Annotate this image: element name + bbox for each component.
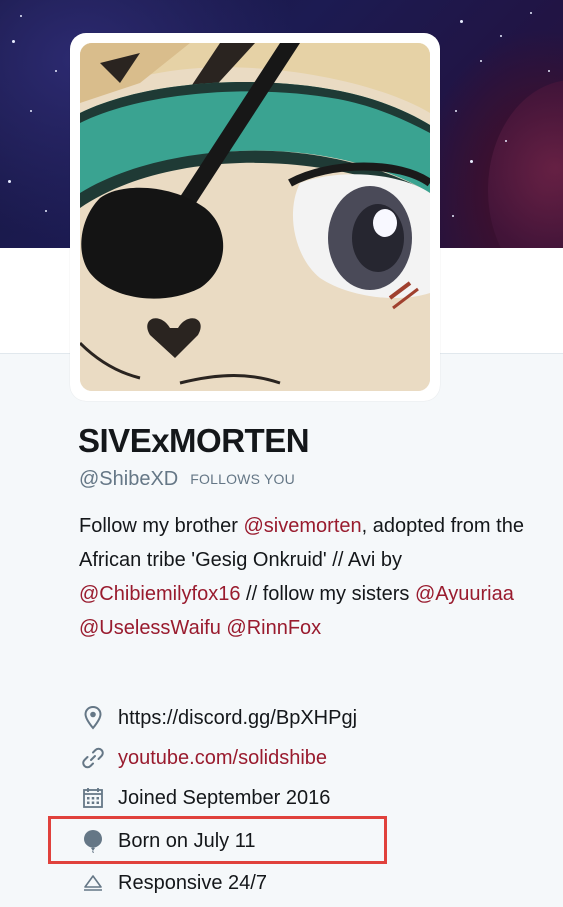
- bio-text: Follow my brother: [79, 515, 244, 537]
- link-icon: [80, 745, 106, 771]
- location-text: https://discord.gg/BpXHPgj: [118, 706, 358, 729]
- avatar-illustration: [80, 43, 430, 391]
- birthday-highlight-box: [48, 816, 387, 864]
- bell-icon: [80, 870, 106, 896]
- bio-text: // follow my sisters: [240, 583, 415, 605]
- profile-bio: Follow my brother @sivemorten, adopted f…: [79, 509, 529, 645]
- joined-text: Joined September 2016: [118, 786, 331, 809]
- extra-text: Responsive 24/7: [118, 871, 267, 894]
- banner-planet: [488, 80, 563, 248]
- location-pin-icon: [80, 705, 106, 731]
- bio-mention[interactable]: @UselessWaifu: [79, 617, 221, 639]
- avatar[interactable]: [80, 43, 430, 391]
- bio-mention[interactable]: @RinnFox: [226, 617, 321, 639]
- calendar-icon: [80, 785, 106, 811]
- follows-you-badge: FOLLOWS YOU: [190, 471, 295, 487]
- profile-display-name[interactable]: SIVExMORTEN: [78, 422, 310, 460]
- profile-extra: Responsive 24/7: [80, 868, 267, 898]
- website-link[interactable]: youtube.com/solidshibe: [118, 747, 327, 770]
- bio-mention[interactable]: @sivemorten: [244, 515, 362, 537]
- profile-joined: Joined September 2016: [80, 783, 330, 813]
- profile-website[interactable]: youtube.com/solidshibe: [80, 743, 327, 773]
- handle-row: @ShibeXD FOLLOWS YOU: [79, 467, 295, 491]
- profile-handle[interactable]: @ShibeXD: [79, 468, 178, 491]
- bio-mention[interactable]: @Ayuuriaa: [415, 583, 514, 605]
- bio-mention[interactable]: @Chibiemilyfox16: [79, 583, 240, 605]
- profile-location: https://discord.gg/BpXHPgj: [80, 703, 357, 733]
